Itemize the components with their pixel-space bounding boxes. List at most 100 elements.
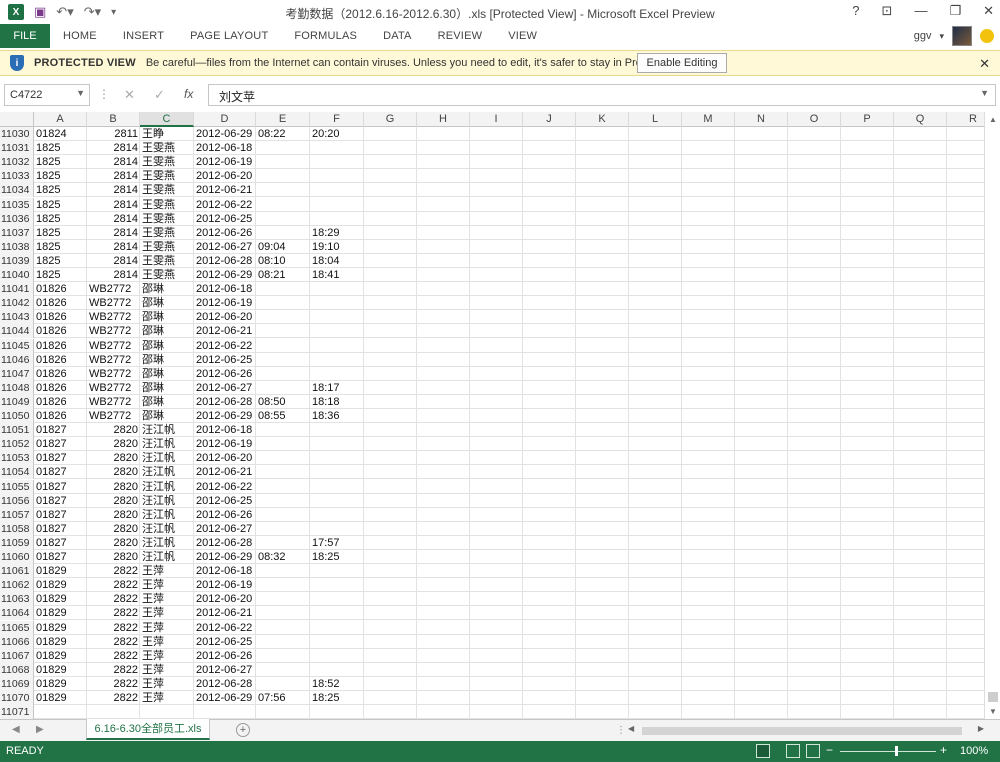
cell-d[interactable]: 2012-06-27 xyxy=(194,522,256,536)
cell-d[interactable]: 2012-06-29 xyxy=(194,691,256,705)
cell-b[interactable]: 2814 xyxy=(87,226,140,240)
column-header-b[interactable]: B xyxy=(87,112,140,127)
column-header-a[interactable]: A xyxy=(34,112,87,127)
row-header[interactable]: 11044 xyxy=(0,324,34,339)
row-header[interactable]: 11062 xyxy=(0,578,34,593)
tab-formulas[interactable]: FORMULAS xyxy=(281,24,370,48)
cell-d[interactable]: 2012-06-29 xyxy=(194,127,256,141)
cell-e[interactable] xyxy=(256,592,310,606)
cell-f[interactable] xyxy=(310,564,364,578)
cell-c[interactable]: 汪江帆 xyxy=(140,465,194,479)
cell-a[interactable]: 01829 xyxy=(34,621,87,635)
row-header[interactable]: 11048 xyxy=(0,380,34,395)
cell-a[interactable] xyxy=(34,705,87,719)
cell-e[interactable] xyxy=(256,494,310,508)
cell-e[interactable] xyxy=(256,522,310,536)
row-header[interactable]: 11033 xyxy=(0,169,34,184)
cell-c[interactable]: 王雯燕 xyxy=(140,169,194,183)
cell-a[interactable]: 01826 xyxy=(34,310,87,324)
cell-f[interactable]: 18:25 xyxy=(310,550,364,564)
cell-a[interactable]: 01829 xyxy=(34,592,87,606)
cell-a[interactable]: 01826 xyxy=(34,324,87,338)
cell-f[interactable] xyxy=(310,522,364,536)
tab-split-handle-icon[interactable]: ⋮ xyxy=(616,725,626,736)
scroll-left-icon[interactable]: ◀ xyxy=(628,724,634,733)
cell-c[interactable]: 邵琳 xyxy=(140,353,194,367)
cell-c[interactable]: 王雯燕 xyxy=(140,226,194,240)
cell-e[interactable] xyxy=(256,310,310,324)
cell-c[interactable]: 王萍 xyxy=(140,564,194,578)
cell-d[interactable]: 2012-06-29 xyxy=(194,409,256,423)
cell-e[interactable] xyxy=(256,381,310,395)
worksheet-grid[interactable]: ABCDEFGHIJKLMNOPQR 11030 01824 2811 王睁 2012-… xyxy=(0,112,984,719)
row-header[interactable]: 11043 xyxy=(0,310,34,325)
cell-c[interactable]: 邵琳 xyxy=(140,310,194,324)
cell-e[interactable] xyxy=(256,339,310,353)
enable-editing-button[interactable]: Enable Editing xyxy=(637,53,727,73)
cell-b[interactable]: WB2772 xyxy=(87,324,140,338)
cell-e[interactable] xyxy=(256,635,310,649)
cell-f[interactable] xyxy=(310,578,364,592)
cell-d[interactable]: 2012-06-20 xyxy=(194,451,256,465)
column-header-m[interactable]: M xyxy=(682,112,735,127)
cell-c[interactable]: 邵琳 xyxy=(140,367,194,381)
cell-d[interactable]: 2012-06-18 xyxy=(194,564,256,578)
cell-f[interactable] xyxy=(310,663,364,677)
cell-a[interactable]: 1825 xyxy=(34,198,87,212)
cell-d[interactable]: 2012-06-29 xyxy=(194,268,256,282)
column-header-o[interactable]: O xyxy=(788,112,841,127)
column-header-e[interactable]: E xyxy=(256,112,310,127)
cell-d[interactable]: 2012-06-29 xyxy=(194,550,256,564)
cell-e[interactable]: 08:22 xyxy=(256,127,310,141)
tab-page-layout[interactable]: PAGE LAYOUT xyxy=(177,24,281,48)
row-header[interactable]: 11045 xyxy=(0,338,34,353)
name-box[interactable]: C4722 ▼ xyxy=(4,84,90,106)
cell-b[interactable]: 2814 xyxy=(87,240,140,254)
cell-e[interactable] xyxy=(256,536,310,550)
scroll-thumb[interactable] xyxy=(988,692,998,702)
cell-c[interactable]: 邵琳 xyxy=(140,324,194,338)
row-header[interactable]: 11034 xyxy=(0,183,34,198)
scroll-thumb[interactable] xyxy=(642,727,962,735)
cell-b[interactable]: WB2772 xyxy=(87,282,140,296)
cell-d[interactable]: 2012-06-21 xyxy=(194,324,256,338)
column-header-l[interactable]: L xyxy=(629,112,682,127)
cell-c[interactable]: 汪江帆 xyxy=(140,494,194,508)
cell-c[interactable] xyxy=(140,705,194,719)
cell-d[interactable]: 2012-06-18 xyxy=(194,423,256,437)
cell-b[interactable]: 2814 xyxy=(87,141,140,155)
cell-e[interactable] xyxy=(256,198,310,212)
expand-formula-icon[interactable]: ▼ xyxy=(980,88,989,98)
cell-e[interactable]: 08:21 xyxy=(256,268,310,282)
cell-f[interactable] xyxy=(310,437,364,451)
row-header[interactable]: 11039 xyxy=(0,253,34,268)
cell-b[interactable]: 2820 xyxy=(87,522,140,536)
cell-d[interactable]: 2012-06-28 xyxy=(194,395,256,409)
redo-icon[interactable]: ↷▾ xyxy=(84,4,101,20)
tab-data[interactable]: DATA xyxy=(370,24,425,48)
cell-f[interactable]: 19:10 xyxy=(310,240,364,254)
cell-a[interactable]: 1825 xyxy=(34,268,87,282)
cell-c[interactable]: 邵琳 xyxy=(140,296,194,310)
cell-e[interactable]: 08:32 xyxy=(256,550,310,564)
cell-b[interactable]: 2822 xyxy=(87,691,140,705)
row-header[interactable]: 11065 xyxy=(0,620,34,635)
cell-f[interactable]: 17:57 xyxy=(310,536,364,550)
cell-f[interactable]: 18:18 xyxy=(310,395,364,409)
cell-a[interactable]: 01829 xyxy=(34,564,87,578)
cell-b[interactable]: 2814 xyxy=(87,254,140,268)
cell-b[interactable] xyxy=(87,705,140,719)
cell-c[interactable]: 王萍 xyxy=(140,649,194,663)
cell-c[interactable]: 汪江帆 xyxy=(140,550,194,564)
cell-d[interactable]: 2012-06-26 xyxy=(194,649,256,663)
cell-d[interactable]: 2012-06-28 xyxy=(194,536,256,550)
cell-a[interactable]: 1825 xyxy=(34,183,87,197)
tab-insert[interactable]: INSERT xyxy=(110,24,177,48)
cell-f[interactable] xyxy=(310,353,364,367)
cell-b[interactable]: 2820 xyxy=(87,536,140,550)
cell-d[interactable]: 2012-06-20 xyxy=(194,169,256,183)
cell-e[interactable]: 08:10 xyxy=(256,254,310,268)
cell-e[interactable] xyxy=(256,705,310,719)
cell-e[interactable] xyxy=(256,663,310,677)
vertical-scrollbar[interactable]: ▲ ▼ xyxy=(984,112,1000,719)
